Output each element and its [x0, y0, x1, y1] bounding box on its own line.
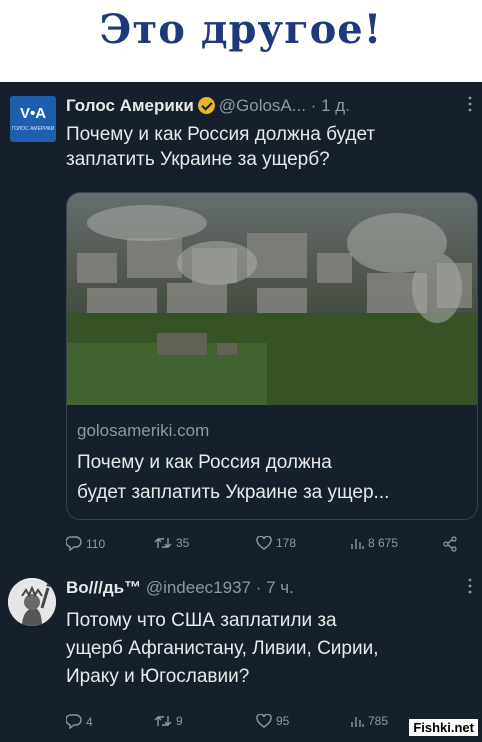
statue-of-liberty-avatar-icon	[8, 578, 56, 626]
tweet2-text-line3: Ираку и Югославии?	[66, 666, 250, 687]
share-icon	[443, 536, 457, 552]
tweet1-time[interactable]: 1 д.	[321, 96, 350, 115]
retweet-button[interactable]: 9	[154, 714, 183, 728]
like-button[interactable]: 178	[256, 536, 296, 550]
avatar-logo-text: V•A	[19, 105, 47, 122]
views-count: 785	[368, 714, 389, 728]
tweet2-text-line1: Потому что США заплатили за	[66, 610, 337, 631]
heart-icon	[256, 536, 272, 550]
verified-badge-icon	[197, 97, 215, 114]
card-title: Почему и как Россия должна будет заплати…	[77, 448, 472, 508]
card-title-line2: будет заплатить Украине за ущер...	[77, 482, 390, 503]
views-button[interactable]: 785	[350, 714, 388, 728]
tweet1-actions: 110 35 178 8 675	[66, 536, 476, 556]
tweet2-text-line2: ущерб Афганистану, Ливии, Сирии,	[66, 638, 379, 659]
tweet2-header: Во///дь™ @indeec1937 · 7 ч.	[66, 578, 294, 598]
views-icon	[351, 717, 364, 727]
views-icon	[351, 539, 364, 549]
tweet1-display-name[interactable]: Голос Америки	[66, 96, 194, 115]
share-button[interactable]	[442, 536, 458, 552]
avatar-logo-subtext: ГОЛОС АМЕРИКИ	[11, 126, 55, 132]
avatar-voa[interactable]: V•A ГОЛОС АМЕРИКИ	[10, 96, 56, 142]
more-icon[interactable]	[468, 96, 472, 115]
banner-title: Это другое!	[99, 6, 383, 53]
tweet1-text-line1: Почему и как Россия должна будет	[66, 124, 376, 145]
tweet2-separator: ·	[255, 578, 262, 597]
tweet2-display-name[interactable]: Во///дь™	[66, 578, 141, 597]
tweet2-handle[interactable]: @indeec1937	[146, 578, 251, 597]
avatar-volya[interactable]	[8, 578, 56, 626]
reply-button[interactable]: 110	[66, 536, 105, 551]
like-count: 95	[276, 714, 290, 728]
views-button[interactable]: 8 675	[350, 536, 398, 550]
retweet-button[interactable]: 35	[154, 536, 189, 550]
tweet2-text: Потому что США заплатили за ущерб Афгани…	[66, 607, 466, 691]
retweet-count: 35	[176, 536, 190, 550]
tweet1-text-line2: заплатить Украине за ущерб?	[66, 149, 330, 170]
link-card[interactable]: golosameriki.com Почему и как Россия дол…	[66, 192, 478, 520]
tweet1-handle[interactable]: @GolosA...	[219, 96, 306, 115]
retweet-icon	[154, 716, 172, 726]
heart-icon	[256, 714, 272, 728]
reply-count: 110	[86, 536, 106, 551]
retweet-icon	[154, 538, 172, 548]
more-icon[interactable]	[468, 578, 472, 597]
like-button[interactable]: 95	[256, 714, 289, 728]
tweet-feed: V•A ГОЛОС АМЕРИКИ Голос Америки @GolosA..…	[0, 82, 482, 742]
card-title-line1: Почему и как Россия должна	[77, 452, 332, 473]
reply-button[interactable]: 4	[66, 714, 93, 729]
reply-icon	[66, 536, 82, 551]
card-photo	[67, 193, 477, 405]
watermark: Fishki.net	[409, 719, 478, 736]
tweet1-text: Почему и как Россия должна будет заплати…	[66, 122, 466, 172]
reply-count: 4	[86, 714, 93, 729]
card-domain: golosameriki.com	[77, 421, 210, 440]
tweet1-header: Голос Америки @GolosA... · 1 д.	[66, 96, 350, 116]
reply-icon	[66, 714, 82, 729]
tweet1-separator: ·	[310, 96, 317, 115]
views-count: 8 675	[368, 536, 399, 550]
retweet-count: 9	[176, 714, 183, 728]
tweet2-time[interactable]: 7 ч.	[266, 578, 294, 597]
like-count: 178	[276, 536, 297, 550]
meme-banner: Это другое!	[0, 0, 482, 82]
